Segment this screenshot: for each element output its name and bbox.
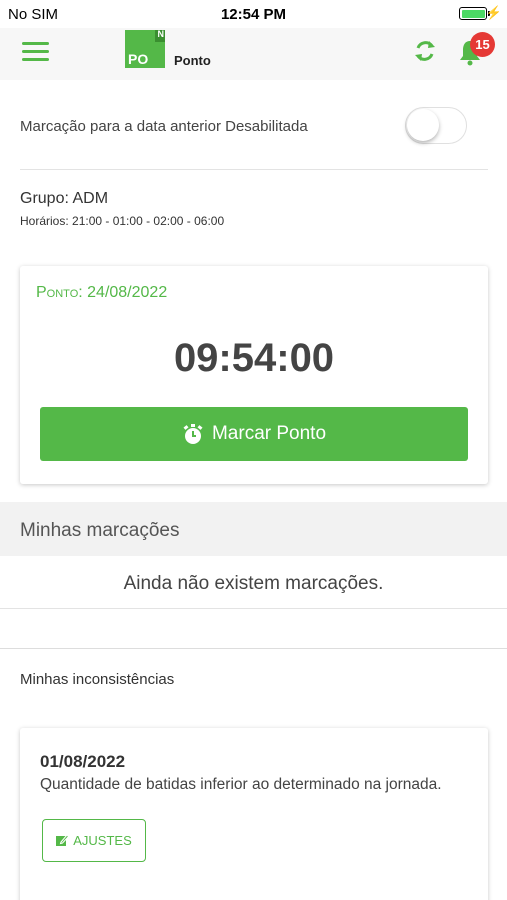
group-hours: Horários: 21:00 - 01:00 - 02:00 - 06:00 — [20, 214, 225, 228]
app-title: Ponto — [174, 53, 211, 68]
inconsistency-date: 01/08/2022 — [40, 752, 126, 771]
punch-button-label: Marcar Ponto — [211, 423, 327, 444]
edit-icon — [56, 834, 70, 846]
empty-punches-message: Ainda não existem marcações. — [0, 556, 507, 609]
inconsistencies-title: Minhas inconsistências — [20, 671, 175, 688]
adjust-button-label: AJUSTES — [73, 833, 132, 848]
my-punches-title: Minhas marcações — [20, 520, 180, 541]
adjust-button[interactable]: AJUSTES — [42, 819, 146, 862]
punch-card: Ponto: 24/08/2022 09:54:00 Marcar Ponto — [20, 266, 488, 484]
punch-clock: 09:54:00 — [173, 336, 335, 380]
my-punches-header: Minhas marcações — [0, 502, 507, 556]
group-name: Grupo: ADM — [20, 190, 109, 207]
inconsistency-card: 01/08/2022 Quantidade de batidas inferio… — [20, 728, 488, 900]
previous-date-toggle[interactable] — [405, 107, 467, 144]
notification-badge: 15 — [470, 32, 495, 57]
previous-date-setting: Marcação para a data anterior Desabilita… — [20, 86, 488, 170]
menu-icon — [22, 42, 49, 45]
status-bar: No SIM 12:54 PM ⚡ — [0, 0, 507, 28]
inconsistency-description: Quantidade de batidas inferior ao determ… — [40, 776, 442, 793]
sync-icon — [415, 41, 435, 61]
battery-icon — [459, 7, 490, 20]
app-logo: N PO — [125, 29, 165, 68]
previous-date-label: Marcação para a data anterior Desabilita… — [20, 118, 308, 135]
status-clock: 12:54 PM — [220, 6, 287, 23]
stopwatch-icon — [183, 424, 203, 444]
charging-icon: ⚡ — [485, 5, 502, 20]
toggle-knob — [407, 109, 439, 141]
punch-button[interactable]: Marcar Ponto — [40, 407, 468, 461]
section-divider — [0, 648, 507, 649]
app-bar: N PO Ponto 15 — [0, 28, 507, 80]
punch-date: Ponto: 24/08/2022 — [36, 284, 168, 301]
sync-button[interactable] — [412, 38, 438, 64]
menu-button[interactable] — [22, 42, 49, 62]
